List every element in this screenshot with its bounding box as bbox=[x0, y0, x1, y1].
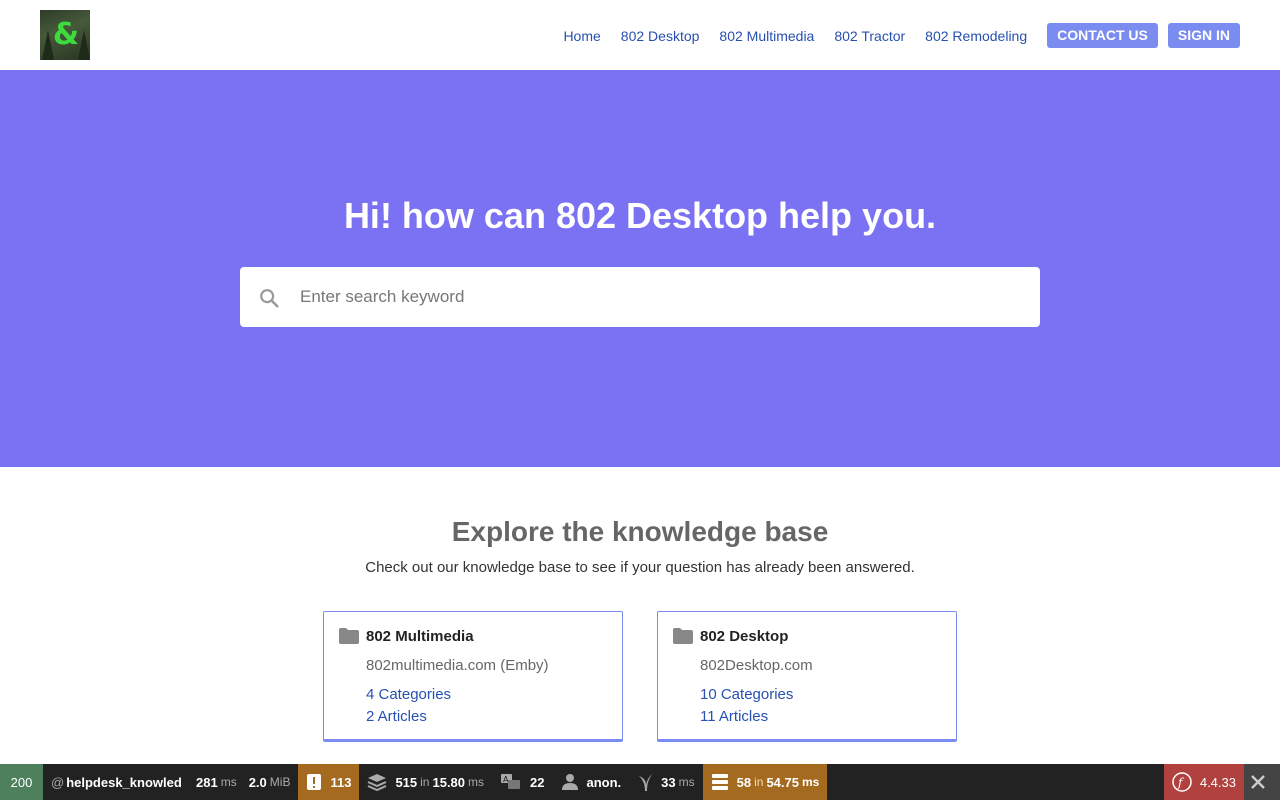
search-input[interactable] bbox=[300, 267, 1020, 327]
layers-icon bbox=[368, 774, 387, 791]
twig-panel[interactable]: 33 ms bbox=[629, 764, 702, 800]
kb-card-802-desktop[interactable]: 802 Desktop 802Desktop.com 10 Categories… bbox=[657, 611, 957, 742]
exclamation-icon bbox=[307, 774, 322, 790]
site-header: & Home 802 Desktop 802 Multimedia 802 Tr… bbox=[0, 0, 1280, 70]
time-value: 281 bbox=[196, 774, 218, 790]
close-toolbar-button[interactable] bbox=[1244, 764, 1280, 800]
card-articles-link[interactable]: 11 Articles bbox=[700, 707, 768, 727]
route-panel[interactable]: @ helpdesk_knowled bbox=[43, 764, 188, 800]
site-logo[interactable]: & bbox=[40, 10, 90, 60]
cache-unit: ms bbox=[468, 775, 485, 789]
card-description: 802multimedia.com (Emby) bbox=[366, 657, 549, 674]
sign-in-button[interactable]: SIGN IN bbox=[1167, 23, 1240, 48]
card-description: 802Desktop.com bbox=[700, 657, 813, 674]
render-time: 33 bbox=[661, 774, 676, 790]
render-unit: ms bbox=[678, 775, 695, 789]
debug-toolbar: 200 @ helpdesk_knowled 281 ms 2.0 MiB 113 5… bbox=[0, 764, 1280, 800]
nav-802-remodeling[interactable]: 802 Remodeling bbox=[925, 24, 1027, 48]
leaf-icon bbox=[639, 774, 653, 791]
database-icon bbox=[711, 774, 728, 790]
logs-panel[interactable]: 113 bbox=[298, 764, 360, 800]
cache-count: 515 bbox=[395, 774, 418, 790]
kb-subtitle: Check out our knowledge base to see if y… bbox=[365, 559, 915, 576]
cache-time: 15.80 bbox=[432, 774, 466, 790]
page: & Home 802 Desktop 802 Multimedia 802 Tr… bbox=[0, 0, 1280, 800]
at-sign: @ bbox=[51, 774, 65, 790]
cache-in: in bbox=[420, 775, 430, 789]
svg-text:A: A bbox=[503, 775, 509, 784]
warnings-count: 113 bbox=[330, 774, 352, 790]
nav-802-multimedia[interactable]: 802 Multimedia bbox=[719, 24, 814, 48]
card-title[interactable]: 802 Multimedia bbox=[366, 627, 474, 647]
db-time: 54.75 bbox=[766, 774, 799, 790]
folder-icon bbox=[339, 628, 359, 644]
database-panel[interactable]: 58 in 54.75 ms bbox=[702, 764, 828, 800]
card-articles-link[interactable]: 2 Articles bbox=[366, 707, 427, 727]
security-panel[interactable]: anon. bbox=[553, 764, 630, 800]
contact-us-button[interactable]: CONTACT US bbox=[1047, 23, 1158, 48]
route-name: helpdesk_knowled bbox=[66, 774, 182, 790]
db-in: in bbox=[754, 775, 764, 789]
card-categories-link[interactable]: 10 Categories bbox=[700, 685, 793, 705]
time-unit: ms bbox=[220, 775, 237, 789]
hero-title: Hi! how can 802 Desktop help you. bbox=[343, 195, 937, 236]
symfony-version: 4.4.33 bbox=[1199, 774, 1236, 790]
user-icon bbox=[561, 774, 578, 790]
symfony-version-panel[interactable]: f 4.4.33 bbox=[1163, 764, 1244, 800]
nav-802-tractor[interactable]: 802 Tractor bbox=[834, 24, 905, 48]
nav-802-desktop[interactable]: 802 Desktop bbox=[621, 24, 700, 48]
main-nav: Home 802 Desktop 802 Multimedia 802 Trac… bbox=[563, 23, 1240, 48]
search-icon bbox=[260, 289, 279, 308]
kb-title: Explore the knowledge base bbox=[451, 516, 829, 547]
close-icon bbox=[1251, 775, 1265, 789]
db-queries: 58 bbox=[736, 774, 752, 790]
card-title[interactable]: 802 Desktop bbox=[700, 627, 788, 647]
card-categories-link[interactable]: 4 Categories bbox=[366, 685, 451, 705]
cache-panel[interactable]: 515 in 15.80 ms bbox=[359, 764, 492, 800]
time-panel[interactable]: 281 ms 2.0 MiB bbox=[188, 764, 298, 800]
translation-panel[interactable]: A 22 bbox=[492, 764, 552, 800]
kb-card-802-multimedia[interactable]: 802 Multimedia 802multimedia.com (Emby) … bbox=[323, 611, 623, 742]
nav-home[interactable]: Home bbox=[563, 24, 600, 48]
translation-icon: A bbox=[501, 774, 521, 789]
logo-ampersand-icon: & bbox=[52, 17, 80, 52]
hero-banner: Hi! how can 802 Desktop help you. bbox=[0, 70, 1280, 467]
user-name: anon. bbox=[586, 774, 622, 790]
memory-unit: MiB bbox=[269, 775, 291, 789]
memory-value: 2.0 bbox=[248, 774, 267, 790]
db-unit: ms bbox=[802, 775, 820, 789]
folder-icon bbox=[673, 628, 693, 644]
svg-text:f: f bbox=[1177, 776, 1185, 790]
status-code-badge[interactable]: 200 bbox=[0, 764, 43, 800]
translations-count: 22 bbox=[530, 774, 545, 790]
symfony-icon: f bbox=[1172, 772, 1192, 792]
search-box[interactable] bbox=[240, 267, 1040, 327]
